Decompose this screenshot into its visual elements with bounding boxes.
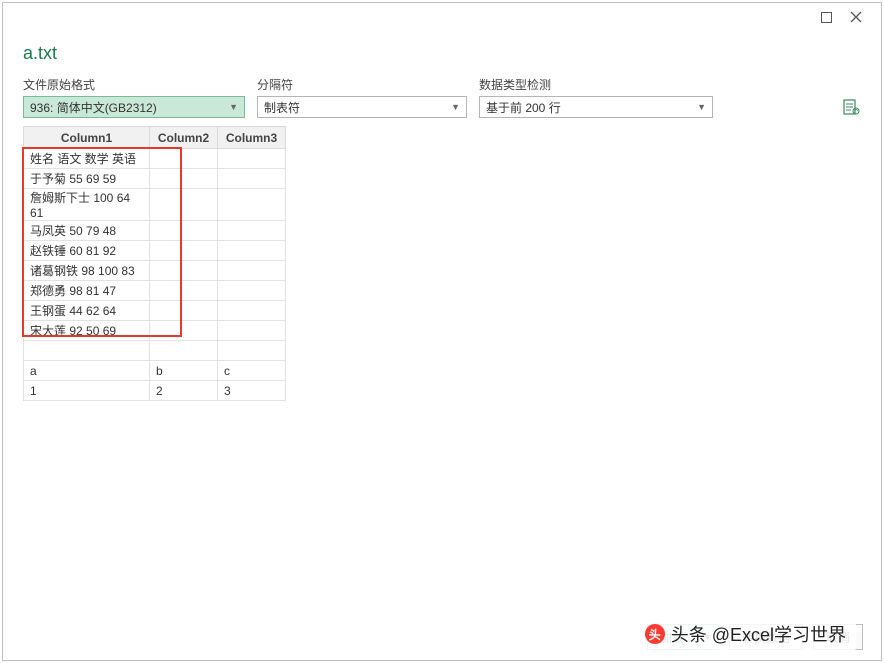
col-header-1: Column1 bbox=[24, 127, 150, 149]
table-cell: a bbox=[24, 361, 150, 381]
maximize-icon[interactable] bbox=[811, 6, 841, 28]
table-cell: 1 bbox=[24, 381, 150, 401]
table-cell: 诸葛钢铁 98 100 83 bbox=[24, 261, 150, 281]
table-cell: 王钢蛋 44 62 64 bbox=[24, 301, 150, 321]
table-cell: 马凤英 50 79 48 bbox=[24, 221, 150, 241]
table-row: 123 bbox=[24, 381, 286, 401]
table-cell bbox=[150, 149, 218, 169]
table-cell bbox=[150, 281, 218, 301]
table-cell bbox=[218, 149, 286, 169]
controls-row: 文件原始格式 936: 简体中文(GB2312) ▼ 分隔符 制表符 ▼ 数据类… bbox=[23, 76, 861, 118]
file-origin-dropdown[interactable]: 936: 简体中文(GB2312) ▼ bbox=[23, 96, 245, 118]
delimiter-value: 制表符 bbox=[264, 99, 300, 116]
delimiter-dropdown[interactable]: 制表符 ▼ bbox=[257, 96, 467, 118]
detect-dropdown[interactable]: 基于前 200 行 ▼ bbox=[479, 96, 713, 118]
table-cell bbox=[150, 321, 218, 341]
table-cell: 詹姆斯下士 100 64 61 bbox=[24, 189, 150, 221]
table-cell bbox=[150, 241, 218, 261]
table-row: 郑德勇 98 81 47 bbox=[24, 281, 286, 301]
table-row bbox=[24, 341, 286, 361]
table-row: 于予菊 55 69 59 bbox=[24, 169, 286, 189]
col-header-3: Column3 bbox=[218, 127, 286, 149]
cancel-button-label: 取消 bbox=[826, 629, 850, 646]
chevron-down-icon: ▼ bbox=[451, 102, 460, 112]
dialog-window: a.txt 文件原始格式 936: 简体中文(GB2312) ▼ 分隔符 制表符… bbox=[0, 0, 884, 663]
table-cell bbox=[218, 261, 286, 281]
preview-table-wrap: Column1 Column2 Column3 姓名 语文 数学 英语于予菊 5… bbox=[23, 126, 286, 401]
table-cell bbox=[218, 321, 286, 341]
table-cell: 赵铁锤 60 81 92 bbox=[24, 241, 150, 261]
table-cell: 于予菊 55 69 59 bbox=[24, 169, 150, 189]
file-origin-value: 936: 简体中文(GB2312) bbox=[30, 99, 157, 116]
table-row: 诸葛钢铁 98 100 83 bbox=[24, 261, 286, 281]
load-button-label: 加载 bbox=[648, 625, 697, 649]
table-cell: 2 bbox=[150, 381, 218, 401]
table-row: 姓名 语文 数学 英语 bbox=[24, 149, 286, 169]
table-cell bbox=[218, 169, 286, 189]
table-cell bbox=[150, 301, 218, 321]
table-cell: 宋大莲 92 50 69 bbox=[24, 321, 150, 341]
delimiter-label: 分隔符 bbox=[257, 76, 467, 93]
chevron-down-icon: ▼ bbox=[229, 102, 238, 112]
table-cell bbox=[150, 221, 218, 241]
table-row: 赵铁锤 60 81 92 bbox=[24, 241, 286, 261]
table-cell bbox=[218, 241, 286, 261]
cancel-button[interactable]: 取消 bbox=[813, 624, 863, 650]
col-header-2: Column2 bbox=[150, 127, 218, 149]
detect-value: 基于前 200 行 bbox=[486, 99, 561, 116]
transform-button-label: 转换数据 bbox=[742, 629, 790, 646]
table-cell bbox=[24, 341, 150, 361]
table-cell bbox=[150, 169, 218, 189]
table-cell: 3 bbox=[218, 381, 286, 401]
preview-table: Column1 Column2 Column3 姓名 语文 数学 英语于予菊 5… bbox=[23, 126, 286, 401]
file-origin-label: 文件原始格式 bbox=[23, 76, 245, 93]
table-row: 王钢蛋 44 62 64 bbox=[24, 301, 286, 321]
table-cell bbox=[218, 341, 286, 361]
load-button[interactable]: 加载 ▼ bbox=[647, 624, 719, 650]
table-cell: b bbox=[150, 361, 218, 381]
table-cell bbox=[150, 261, 218, 281]
table-row: 詹姆斯下士 100 64 61 bbox=[24, 189, 286, 221]
detect-label: 数据类型检测 bbox=[479, 76, 713, 93]
titlebar bbox=[3, 3, 881, 31]
table-row: 宋大莲 92 50 69 bbox=[24, 321, 286, 341]
edit-settings-icon[interactable] bbox=[841, 97, 861, 117]
table-row: abc bbox=[24, 361, 286, 381]
chevron-down-icon: ▼ bbox=[697, 102, 706, 112]
table-cell bbox=[150, 189, 218, 221]
close-icon[interactable] bbox=[841, 6, 871, 28]
table-cell: 郑德勇 98 81 47 bbox=[24, 281, 150, 301]
table-cell bbox=[218, 189, 286, 221]
table-cell bbox=[218, 301, 286, 321]
table-cell bbox=[150, 341, 218, 361]
table-cell: 姓名 语文 数学 英语 bbox=[24, 149, 150, 169]
transform-button[interactable]: 转换数据 bbox=[729, 624, 803, 650]
chevron-down-icon[interactable]: ▼ bbox=[697, 632, 718, 642]
table-header-row: Column1 Column2 Column3 bbox=[24, 127, 286, 149]
table-row: 马凤英 50 79 48 bbox=[24, 221, 286, 241]
file-name: a.txt bbox=[23, 43, 861, 64]
dialog-footer: 加载 ▼ 转换数据 取消 bbox=[3, 614, 881, 660]
table-cell: c bbox=[218, 361, 286, 381]
table-cell bbox=[218, 221, 286, 241]
table-cell bbox=[218, 281, 286, 301]
